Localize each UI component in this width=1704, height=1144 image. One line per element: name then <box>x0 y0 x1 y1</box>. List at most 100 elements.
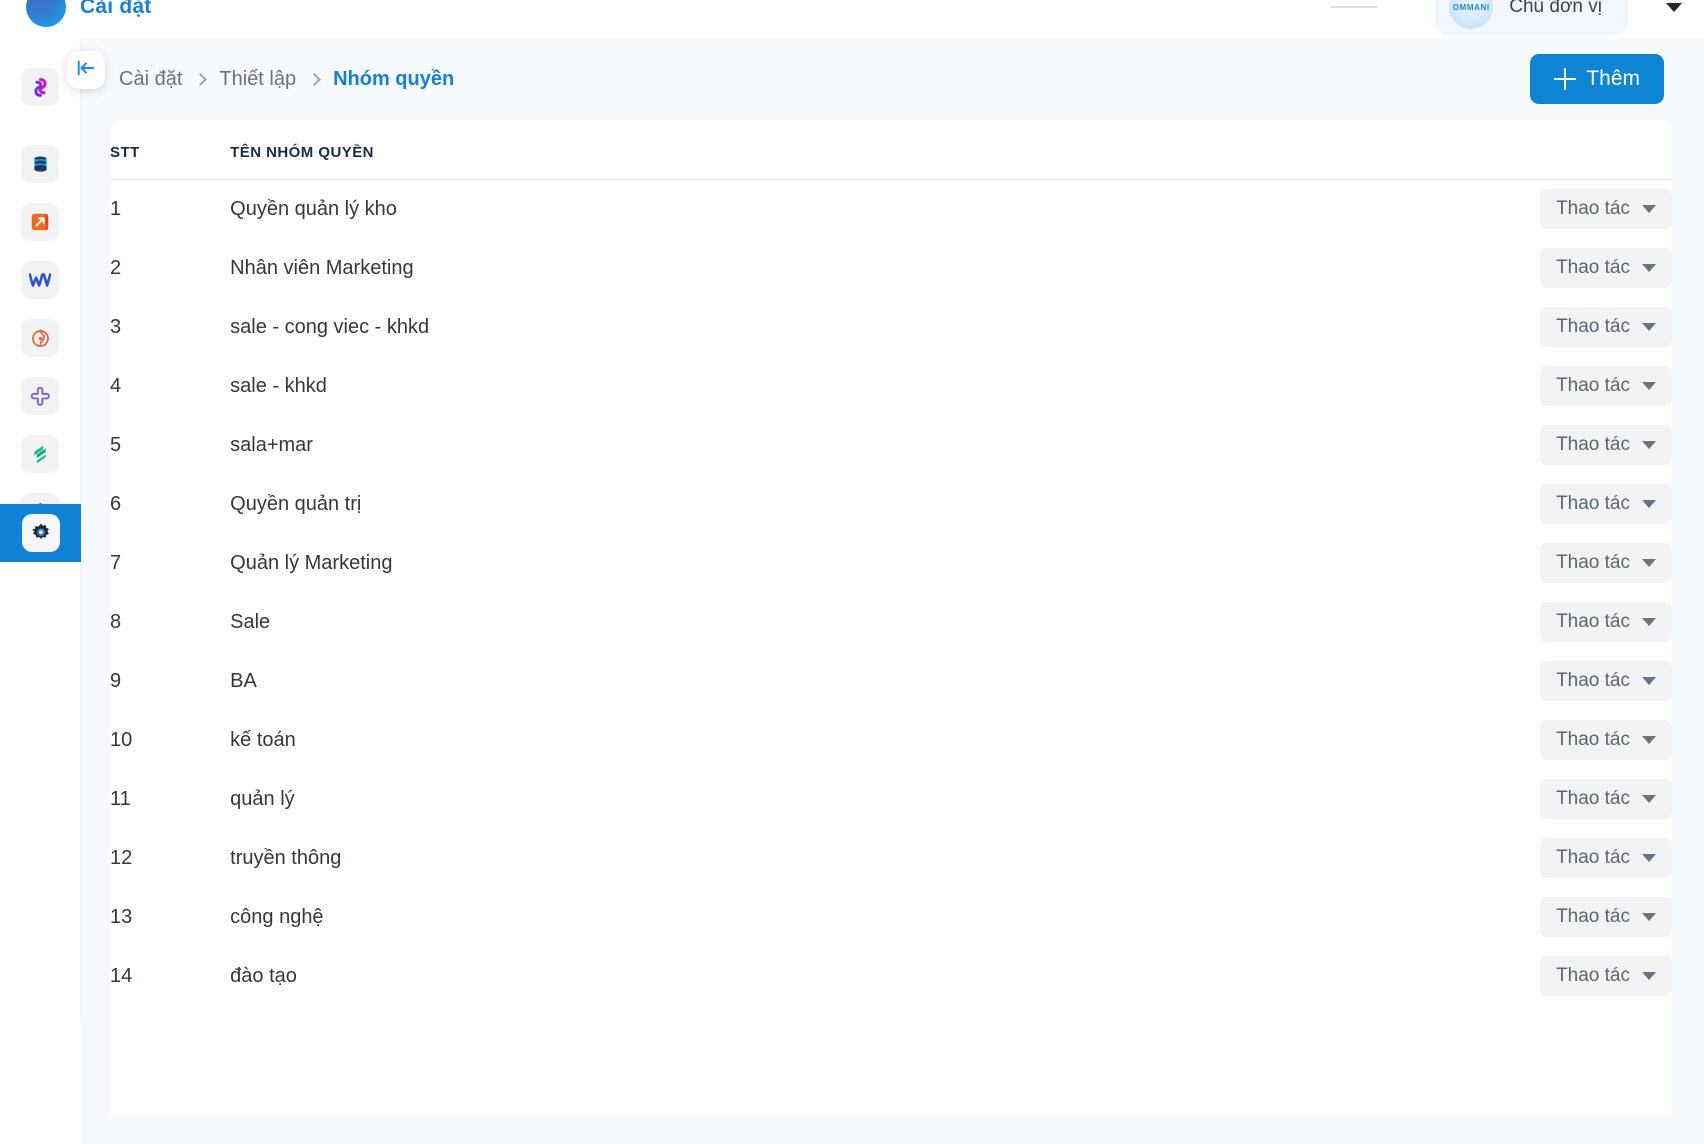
w-letter-icon <box>29 272 51 288</box>
chevron-right-icon <box>194 72 208 86</box>
cell-actions: Thao tác <box>1352 652 1672 711</box>
layers-icon <box>30 444 51 465</box>
table-row: 3 sale - cong viec - khkd Thao tác <box>110 298 1672 357</box>
cell-stt: 2 <box>110 256 122 279</box>
collapse-sidebar-button[interactable] <box>67 51 105 89</box>
row-action-dropdown[interactable]: Thao tác <box>1540 779 1672 819</box>
row-action-dropdown[interactable]: Thao tác <box>1540 307 1672 347</box>
cell-actions: Thao tác <box>1352 711 1672 770</box>
page-header: Cài đặt Thiết lập Nhóm quyền Thêm <box>81 38 1704 120</box>
row-action-dropdown[interactable]: Thao tác <box>1540 956 1672 996</box>
circle-logo-icon <box>26 0 66 27</box>
table-row: 12 truyền thông Thao tác <box>110 829 1672 888</box>
row-action-dropdown[interactable]: Thao tác <box>1540 484 1672 524</box>
row-action-label: Thao tác <box>1556 670 1630 691</box>
top-header: Cài đặt OMMANI Chủ đơn vị <box>0 0 1704 38</box>
row-action-dropdown[interactable]: Thao tác <box>1540 248 1672 288</box>
cell-stt: 4 <box>110 374 122 397</box>
row-action-label: Thao tác <box>1556 906 1630 927</box>
chevron-down-icon[interactable] <box>1666 2 1682 12</box>
cell-stt: 7 <box>110 551 122 574</box>
sidebar-item-app-wiki[interactable] <box>21 261 59 299</box>
gear-icon <box>21 514 60 552</box>
cell-group-name: Quyền quản lý kho <box>230 197 397 220</box>
permission-groups-table: STT TÊN NHÓM QUYỀN 1 Quyền quản lý kho Tha… <box>110 120 1672 1006</box>
cell-stt: 5 <box>110 433 122 456</box>
row-action-label: Thao tác <box>1556 375 1630 396</box>
add-button[interactable]: Thêm <box>1530 54 1664 104</box>
cell-group-name: quản lý <box>230 787 295 810</box>
cell-group-name: sala+mar <box>230 433 313 456</box>
column-header-actions <box>1351 120 1672 180</box>
table-row: 5 sala+mar Thao tác <box>110 416 1672 475</box>
row-action-label: Thao tác <box>1556 434 1630 455</box>
row-action-label: Thao tác <box>1556 729 1630 750</box>
cell-group-name: truyền thông <box>230 846 342 869</box>
cross-clover-icon <box>30 386 51 407</box>
cell-stt: 6 <box>110 492 122 515</box>
permission-groups-card: STT TÊN NHÓM QUYỀN 1 Quyền quản lý kho Tha… <box>110 120 1672 1116</box>
caret-down-icon <box>1642 677 1656 685</box>
cell-group-name: công nghệ <box>230 905 324 928</box>
sidebar-item-app-settings[interactable] <box>0 504 81 562</box>
cell-group-name: Quyền quản trị <box>230 492 362 515</box>
table-row: 13 công nghệ Thao tác <box>110 888 1672 947</box>
org-role-chip[interactable]: OMMANI Chủ đơn vị <box>1435 0 1628 35</box>
sidebar-item-app-compass[interactable] <box>21 319 59 357</box>
brand[interactable]: Cài đặt <box>26 0 151 27</box>
app-rail <box>0 38 81 1018</box>
row-action-dropdown[interactable]: Thao tác <box>1540 661 1672 701</box>
cell-actions: Thao tác <box>1352 888 1672 947</box>
sidebar-item-app-launch[interactable] <box>21 203 59 241</box>
row-action-dropdown[interactable]: Thao tác <box>1540 897 1672 937</box>
row-action-dropdown[interactable]: Thao tác <box>1540 189 1672 230</box>
row-action-dropdown[interactable]: Thao tác <box>1540 425 1672 465</box>
top-header-right: OMMANI Chủ đơn vị <box>1331 0 1704 35</box>
row-action-dropdown[interactable]: Thao tác <box>1540 366 1672 406</box>
caret-down-icon <box>1642 913 1656 921</box>
add-button-label: Thêm <box>1586 67 1640 90</box>
cell-stt: 10 <box>110 728 133 751</box>
row-action-label: Thao tác <box>1556 257 1630 278</box>
row-action-label: Thao tác <box>1556 552 1630 573</box>
caret-down-icon <box>1642 205 1656 214</box>
cell-group-name: BA <box>230 669 257 692</box>
table-row: 14 đào tạo Thao tác <box>110 947 1672 1006</box>
cell-group-name: sale - cong viec - khkd <box>230 315 430 338</box>
row-action-dropdown[interactable]: Thao tác <box>1540 602 1672 642</box>
sidebar-item-app-plugin[interactable] <box>21 377 59 415</box>
caret-down-icon <box>1642 500 1656 508</box>
row-action-label: Thao tác <box>1556 611 1630 632</box>
row-action-dropdown[interactable]: Thao tác <box>1540 838 1672 878</box>
cell-actions: Thao tác <box>1352 298 1672 357</box>
row-action-label: Thao tác <box>1556 493 1630 514</box>
column-header-name: TÊN NHÓM QUYỀN <box>230 120 1352 180</box>
avatar-label: OMMANI <box>1452 2 1490 12</box>
breadcrumb-item-0[interactable]: Cài đặt <box>119 68 182 91</box>
cell-group-name: kế toán <box>230 728 296 751</box>
cell-stt: 1 <box>110 197 122 220</box>
table-row: 1 Quyền quản lý kho Thao tác <box>110 180 1672 239</box>
sidebar-item-app-database[interactable] <box>21 145 59 183</box>
collapse-left-icon <box>76 59 96 82</box>
caret-down-icon <box>1642 264 1656 272</box>
table-row: 10 kế toán Thao tác <box>110 711 1672 770</box>
cell-actions: Thao tác <box>1352 357 1672 416</box>
sidebar-item-app-finance[interactable] <box>21 435 59 473</box>
cell-actions: Thao tác <box>1352 534 1672 593</box>
row-action-dropdown[interactable]: Thao tác <box>1540 543 1672 583</box>
cell-group-name: đào tạo <box>230 964 297 987</box>
breadcrumb-item-1[interactable]: Thiết lập <box>219 68 296 91</box>
cell-group-name: Quản lý Marketing <box>230 551 393 574</box>
cell-group-name: sale - khkd <box>230 374 327 397</box>
table-row: 7 Quản lý Marketing Thao tác <box>110 534 1672 593</box>
table-row: 9 BA Thao tác <box>110 652 1672 711</box>
chevron-right-icon <box>308 72 321 86</box>
table-row: 2 Nhân viên Marketing Thao tác <box>110 239 1672 298</box>
cell-stt: 3 <box>110 315 122 338</box>
cell-stt: 8 <box>110 610 122 633</box>
sidebar-item-app-sync[interactable] <box>21 68 59 106</box>
row-action-dropdown[interactable]: Thao tác <box>1540 720 1672 760</box>
breadcrumb-item-2[interactable]: Nhóm quyền <box>333 68 454 91</box>
cell-actions: Thao tác <box>1352 416 1672 475</box>
